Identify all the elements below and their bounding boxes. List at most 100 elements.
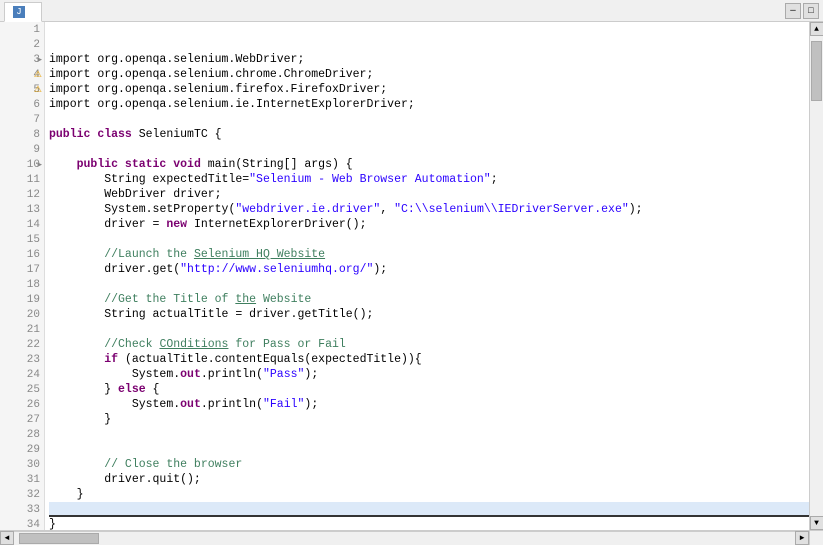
scroll-thumb[interactable] (811, 41, 822, 101)
code-line-13: System.setProperty("webdriver.ie.driver"… (49, 202, 809, 217)
line-num-label: 1 (33, 24, 40, 36)
line-num-label: 7 (33, 114, 40, 126)
line-num-label: 32 (27, 489, 40, 501)
line-number-1: 1 (0, 22, 44, 37)
line-num-label: 9 (33, 144, 40, 156)
code-line-27: } (49, 412, 809, 427)
code-line-16: //Launch the Selenium HQ Website (49, 247, 809, 262)
code-line-12: WebDriver driver; (49, 187, 809, 202)
code-line-20: String actualTitle = driver.getTitle(); (49, 307, 809, 322)
line-num-label: 22 (27, 339, 40, 351)
line-number-32: 32 (0, 487, 44, 502)
code-line-14: driver = new InternetExplorerDriver(); (49, 217, 809, 232)
line-num-label: 15 (27, 234, 40, 246)
line-num-label: 29 (27, 444, 40, 456)
line-number-12: 12 (0, 187, 44, 202)
line-num-label: 14 (27, 219, 40, 231)
code-line-17: driver.get("http://www.seleniumhq.org/")… (49, 262, 809, 277)
vertical-scrollbar[interactable]: ▲ ▼ (809, 22, 823, 530)
line-number-29: 29 (0, 442, 44, 457)
line-number-28: 28 (0, 427, 44, 442)
line-num-label: 24 (27, 369, 40, 381)
code-line-4: import org.openqa.selenium.chrome.Chrome… (49, 67, 809, 82)
scroll-left-button[interactable]: ◄ (0, 531, 14, 545)
horizontal-scrollbar[interactable]: ◄ ► (0, 531, 809, 545)
line-num-label: 16 (27, 249, 40, 261)
line-number-24: 24 (0, 367, 44, 382)
code-line-7 (49, 112, 809, 127)
line-number-23: 23 (0, 352, 44, 367)
maximize-button[interactable]: □ (803, 3, 819, 19)
code-line-3: import org.openqa.selenium.WebDriver; (49, 52, 809, 67)
line-number-33: 33 (0, 502, 44, 517)
line-number-11: 11 (0, 172, 44, 187)
code-line-23: if (actualTitle.contentEquals(expectedTi… (49, 352, 809, 367)
line-number-34: 34 (0, 517, 44, 530)
line-num-label: 28 (27, 429, 40, 441)
warning-icon: ⚠ (34, 70, 42, 80)
scroll-track[interactable] (810, 36, 823, 516)
line-num-label: 11 (27, 174, 40, 186)
scroll-down-button[interactable]: ▼ (810, 516, 823, 530)
line-num-label: 26 (27, 399, 40, 411)
line-number-13: 13 (0, 202, 44, 217)
line-num-label: 18 (27, 279, 40, 291)
line-number-5: 5⚠ (0, 82, 44, 97)
code-line-18 (49, 277, 809, 292)
line-num-label: 2 (33, 39, 40, 51)
line-num-label: 20 (27, 309, 40, 321)
line-num-label: 25 (27, 384, 40, 396)
line-num-label: 31 (27, 474, 40, 486)
code-editor[interactable]: import org.openqa.selenium.WebDriver;imp… (45, 22, 809, 530)
line-num-label: 17 (27, 264, 40, 276)
line-number-3: 3▸ (0, 52, 44, 67)
line-num-label: 34 (27, 519, 40, 531)
scroll-h-track[interactable] (14, 532, 795, 545)
code-line-1 (49, 22, 809, 37)
expand-icon[interactable]: ▸ (37, 55, 42, 65)
line-number-15: 15 (0, 232, 44, 247)
line-num-label: 19 (27, 294, 40, 306)
editor-tab[interactable]: J (4, 2, 42, 22)
code-line-29 (49, 442, 809, 457)
editor-area: 123▸4⚠5⚠678910▸1112131415161718192021222… (0, 22, 823, 530)
tab-bar: J (4, 1, 785, 21)
code-line-15 (49, 232, 809, 247)
code-line-30: // Close the browser (49, 457, 809, 472)
code-line-11: String expectedTitle="Selenium - Web Bro… (49, 172, 809, 187)
warning2-icon: ⚠ (34, 85, 42, 95)
line-number-6: 6 (0, 97, 44, 112)
code-line-33 (49, 502, 809, 517)
line-number-4: 4⚠ (0, 67, 44, 82)
line-number-21: 21 (0, 322, 44, 337)
line-number-25: 25 (0, 382, 44, 397)
code-line-32: } (49, 487, 809, 502)
expand-icon[interactable]: ▸ (37, 160, 42, 170)
line-number-2: 2 (0, 37, 44, 52)
line-num-label: 23 (27, 354, 40, 366)
line-num-label: 33 (27, 504, 40, 516)
line-num-label: 27 (27, 414, 40, 426)
scroll-h-thumb[interactable] (19, 533, 99, 544)
code-line-34: } (49, 517, 809, 530)
line-number-7: 7 (0, 112, 44, 127)
line-num-label: 12 (27, 189, 40, 201)
line-num-label: 21 (27, 324, 40, 336)
line-num-label: 30 (27, 459, 40, 471)
code-line-8: public class SeleniumTC { (49, 127, 809, 142)
title-bar: J ─ □ (0, 0, 823, 22)
scroll-right-button[interactable]: ► (795, 531, 809, 545)
code-line-24: System.out.println("Pass"); (49, 367, 809, 382)
line-number-26: 26 (0, 397, 44, 412)
minimize-button[interactable]: ─ (785, 3, 801, 19)
line-number-17: 17 (0, 262, 44, 277)
line-num-label: 13 (27, 204, 40, 216)
line-number-30: 30 (0, 457, 44, 472)
bottom-bar: ◄ ► (0, 530, 823, 544)
line-num-label: 6 (33, 99, 40, 111)
line-number-22: 22 (0, 337, 44, 352)
line-number-14: 14 (0, 217, 44, 232)
scroll-up-button[interactable]: ▲ (810, 22, 823, 36)
java-file-icon: J (13, 6, 25, 18)
code-line-9 (49, 142, 809, 157)
